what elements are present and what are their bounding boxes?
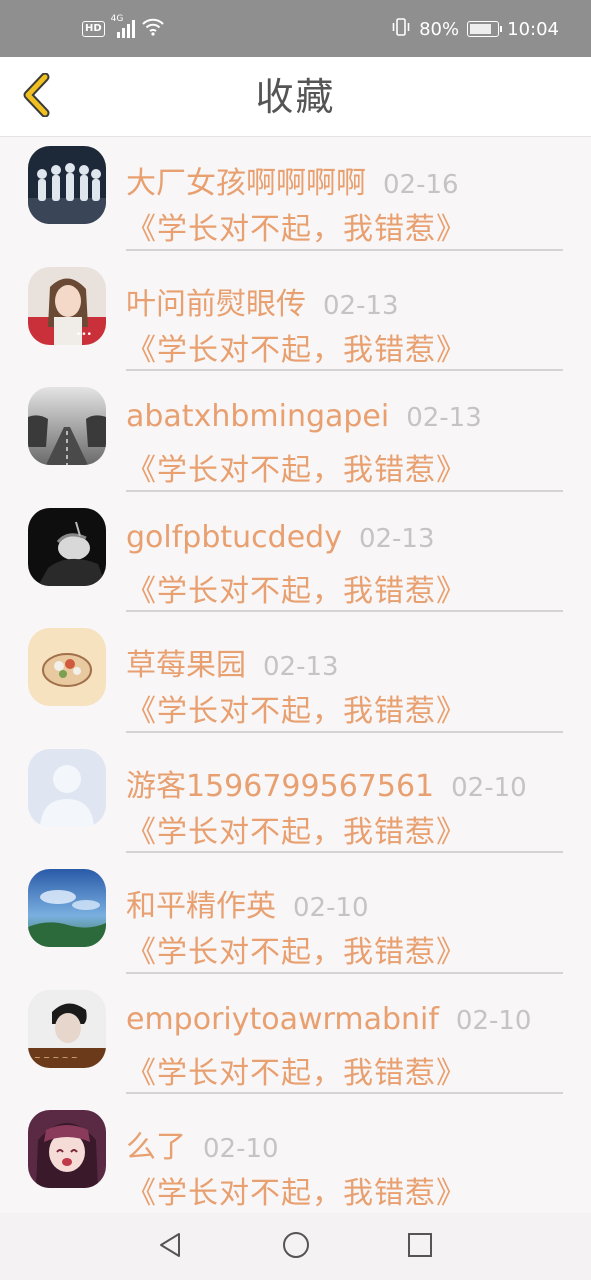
favorite-row[interactable]: 么了 02-10 《学长对不起，我错惹》 (0, 1102, 591, 1223)
user-name[interactable]: 草莓果园 (126, 640, 246, 684)
girl-photo-avatar[interactable]: ••• (28, 266, 106, 345)
book-title[interactable]: 《学长对不起，我错惹》 (126, 1168, 467, 1212)
favorite-date: 02-10 (203, 1134, 279, 1164)
user-name[interactable]: golfpbtucdedy (126, 520, 342, 555)
row-divider (126, 369, 563, 371)
row-divider (126, 610, 563, 612)
battery-icon (467, 21, 503, 37)
favorite-row[interactable]: 大厂女孩啊啊啊啊 02-16 《学长对不起，我错惹》 (0, 138, 591, 259)
network-type-label: 4G (110, 14, 124, 24)
back-triangle-icon (157, 1231, 183, 1263)
title-bar: 收藏 (0, 57, 591, 137)
svg-text:•••: ••• (76, 330, 92, 340)
group-photo-avatar[interactable] (28, 146, 106, 224)
row-header: 大厂女孩啊啊啊啊 02-16 (126, 158, 459, 202)
book-title[interactable]: 《学长对不起，我错惹》 (126, 325, 467, 369)
svg-text:~ ~ ~ ~ ~: ~ ~ ~ ~ ~ (34, 1053, 78, 1062)
favorites-list: 大厂女孩啊啊啊啊 02-16 《学长对不起，我错惹》 ••• 叶问前熨眼传 02-13 《学… (0, 138, 591, 1223)
favorite-date: 02-13 (323, 290, 399, 321)
row-header: abatxhbmingapei 02-13 (126, 399, 482, 434)
favorite-date: 02-13 (406, 403, 482, 433)
page-title: 收藏 (255, 75, 336, 119)
dark-portrait-avatar[interactable] (28, 507, 106, 586)
clock: 10:04 (507, 18, 559, 40)
row-header: 草莓果园 02-13 (126, 640, 339, 684)
row-divider (126, 971, 563, 974)
row-header: golfpbtucdedy 02-13 (126, 520, 435, 555)
user-name[interactable]: 么了 (126, 1122, 186, 1166)
nav-back-button[interactable] (150, 1227, 190, 1267)
recent-square-icon (407, 1232, 433, 1262)
row-header: 游客1596799567561 02-10 (126, 761, 527, 805)
row-header: 叶问前熨眼传 02-13 (126, 279, 399, 323)
user-name[interactable]: 叶问前熨眼传 (126, 279, 306, 323)
default-user-avatar[interactable] (28, 748, 106, 827)
favorite-date: 02-10 (293, 893, 369, 923)
row-header: 么了 02-10 (126, 1122, 279, 1166)
user-name[interactable]: emporiytoawrmabnif (126, 1002, 439, 1037)
status-right: 80% 10:04 (391, 17, 559, 41)
row-divider (126, 1092, 563, 1094)
vibrate-icon (391, 17, 411, 41)
system-nav-bar (0, 1213, 591, 1280)
row-divider (126, 248, 563, 251)
row-header: 和平精作英 02-10 (126, 881, 369, 925)
signal-icon: 4G (111, 14, 135, 38)
status-bar: HD 4G 80% 10:04 (0, 0, 591, 57)
food-bowl-avatar[interactable] (28, 628, 106, 706)
favorite-row[interactable]: abatxhbmingapei 02-13 《学长对不起，我错惹》 (0, 379, 591, 500)
favorite-row[interactable]: golfpbtucdedy 02-13 《学长对不起，我错惹》 (0, 500, 591, 621)
user-name[interactable]: abatxhbmingapei (126, 399, 389, 434)
favorite-row[interactable]: ~ ~ ~ ~ ~ emporiytoawrmabnif 02-10 《学长对不起，我… (0, 982, 591, 1103)
book-title[interactable]: 《学长对不起，我错惹》 (126, 566, 467, 610)
book-title[interactable]: 《学长对不起，我错惹》 (126, 1048, 467, 1092)
favorite-row[interactable]: 草莓果园 02-13 《学长对不起，我错惹》 (0, 620, 591, 741)
nav-home-button[interactable] (276, 1227, 316, 1267)
row-divider (126, 851, 563, 853)
home-circle-icon (282, 1231, 310, 1263)
book-title[interactable]: 《学长对不起，我错惹》 (126, 445, 467, 489)
book-title[interactable]: 《学长对不起，我错惹》 (126, 204, 467, 248)
anime-sky-avatar[interactable] (28, 869, 106, 947)
user-name[interactable]: 和平精作英 (126, 881, 276, 925)
hd-icon: HD (82, 21, 105, 37)
foggy-road-avatar[interactable] (28, 387, 106, 465)
boy-portrait-avatar[interactable]: ~ ~ ~ ~ ~ (28, 989, 106, 1068)
favorite-row[interactable]: 和平精作英 02-10 《学长对不起，我错惹》 (0, 861, 591, 982)
favorite-date: 02-13 (358, 523, 435, 554)
battery-fill (470, 24, 491, 34)
book-title[interactable]: 《学长对不起，我错惹》 (126, 927, 467, 971)
favorite-date: 02-16 (383, 170, 459, 200)
favorite-date: 02-10 (455, 1005, 532, 1036)
favorite-date: 02-10 (451, 772, 527, 803)
book-title[interactable]: 《学长对不起，我错惹》 (126, 807, 467, 851)
row-divider (126, 489, 563, 492)
user-name[interactable]: 游客1596799567561 (126, 761, 434, 805)
favorite-row[interactable]: ••• 叶问前熨眼传 02-13 《学长对不起，我错惹》 (0, 259, 591, 380)
book-title[interactable]: 《学长对不起，我错惹》 (126, 686, 467, 730)
status-left: HD 4G (82, 14, 165, 40)
row-header: emporiytoawrmabnif 02-10 (126, 1002, 531, 1037)
favorite-date: 02-13 (263, 652, 339, 682)
favorite-row[interactable]: 游客1596799567561 02-10 《学长对不起，我错惹》 (0, 741, 591, 862)
wifi-icon (141, 18, 165, 40)
user-name[interactable]: 大厂女孩啊啊啊啊 (126, 158, 366, 202)
nav-recent-button[interactable] (400, 1227, 440, 1267)
anime-girl-avatar[interactable] (28, 1110, 106, 1188)
battery-percent: 80% (419, 18, 460, 40)
row-divider (126, 730, 563, 733)
